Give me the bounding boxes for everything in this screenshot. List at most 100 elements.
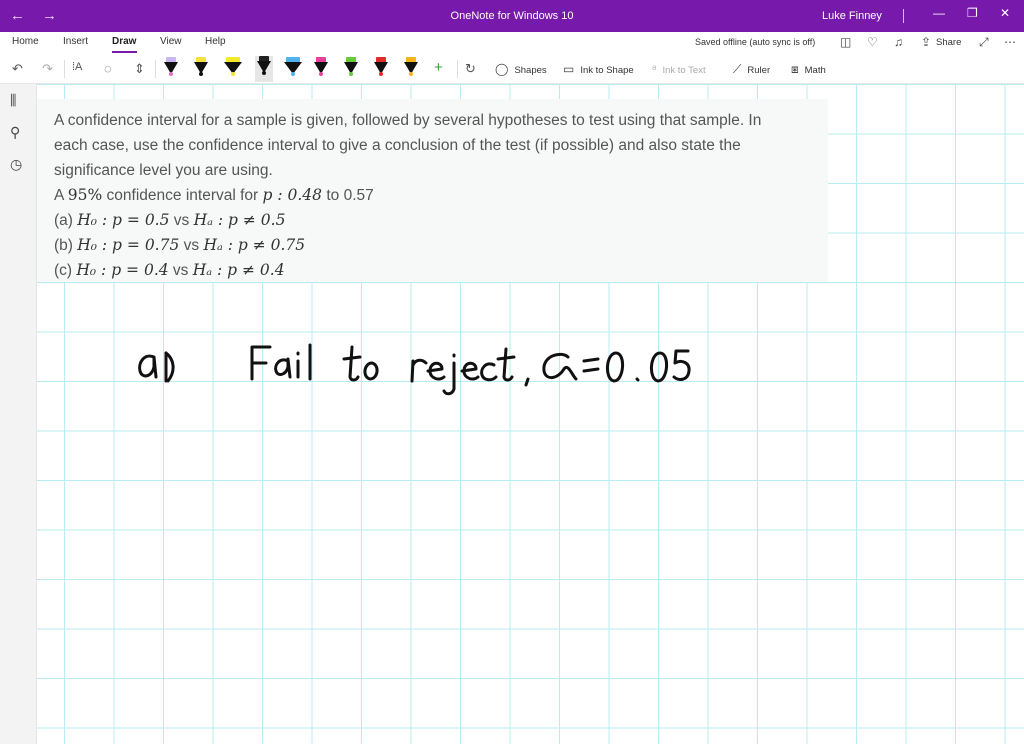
tab-insert[interactable]: Insert: [63, 36, 88, 47]
problem-text-block[interactable]: A confidence interval for a sample is gi…: [37, 99, 828, 282]
pen-tip: [231, 72, 235, 76]
add-pen-icon[interactable]: +: [434, 59, 443, 76]
share-icon[interactable]: ⇪: [921, 35, 931, 49]
draw-toolbar: ↶ ↷ ⁞A ◌ ⇕ + ↻ ◯ Shapes ▭ Ink to Shape ᵃ…: [0, 54, 1024, 84]
notebooks-icon[interactable]: ⫼: [10, 92, 16, 109]
highlighter-1[interactable]: [224, 57, 242, 79]
pen-tip: [262, 71, 266, 75]
ink-e2: [460, 361, 480, 381]
tab-view[interactable]: View: [160, 36, 182, 47]
pen-2[interactable]: [194, 57, 208, 79]
ink-five: [672, 349, 691, 381]
math-icon: ⧆: [791, 62, 799, 76]
part-a-label: (a): [54, 212, 78, 229]
toolbar-separator: [155, 60, 156, 78]
lasso-select-icon[interactable]: ◌: [104, 61, 112, 76]
tab-help[interactable]: Help: [205, 36, 226, 47]
restore-icon[interactable]: ❐: [967, 6, 978, 20]
ink-replay-icon[interactable]: ↻: [465, 61, 476, 77]
confidence-interval-line: A 95% confidence interval for p : 0.48 t…: [54, 183, 828, 208]
insert-space-icon[interactable]: ⇕: [134, 61, 145, 77]
part-a-null: H₀ : p = 0.5: [77, 211, 170, 229]
lightbulb-icon[interactable]: ♡: [867, 35, 878, 49]
ink-to-shape-icon: ▭: [563, 62, 575, 76]
problem-line-3: significance level you are using.: [54, 162, 273, 179]
highlighter-2[interactable]: [284, 57, 302, 79]
more-options-icon[interactable]: ⋯: [1004, 35, 1016, 49]
undo-icon[interactable]: ↶: [12, 61, 23, 77]
notebook-status-icon[interactable]: ◫: [840, 35, 851, 49]
pen-tip: [291, 72, 295, 76]
ink-to-text-button[interactable]: ᵃ Ink to Text: [652, 62, 706, 76]
redo-icon[interactable]: ↷: [42, 61, 53, 77]
problem-line-2: each case, use the confidence interval t…: [54, 137, 741, 154]
pen-tip: [169, 72, 173, 76]
recent-icon[interactable]: ◷: [10, 156, 22, 173]
title-bar: ← → OneNote for Windows 10 Luke Finney —…: [0, 0, 1024, 32]
active-tab-indicator: [112, 51, 137, 53]
search-icon[interactable]: ⚲: [10, 124, 20, 141]
part-a-alt: Hₐ : p ≠ 0.5: [193, 211, 286, 229]
ruler-button[interactable]: ⟋ Ruler: [733, 62, 770, 77]
ci-level: 95%: [67, 186, 103, 204]
vs-text: vs: [179, 237, 204, 254]
handwritten-answer-ink[interactable]: [130, 335, 700, 405]
ruler-label: Ruler: [747, 65, 771, 76]
pen-6[interactable]: [404, 57, 418, 79]
tab-home[interactable]: Home: [12, 36, 39, 47]
ink-a2: [274, 357, 292, 379]
pen-tip: [349, 72, 353, 76]
pen-tip: [319, 72, 323, 76]
ci-suffix: to 0.57: [322, 187, 374, 204]
ink-r: [410, 358, 428, 383]
part-c-alt: Hₐ : p ≠ 0.4: [192, 261, 285, 279]
problem-line-1: A confidence interval for a sample is gi…: [54, 112, 762, 129]
bell-icon[interactable]: ♫: [894, 35, 903, 49]
pen-tip: [199, 72, 203, 76]
math-label: Math: [804, 65, 826, 76]
ink-e: [426, 361, 446, 381]
ci-prefix: A: [54, 187, 68, 204]
ink-to-text-icon: ᵃ: [652, 62, 657, 76]
part-a: (a) H₀ : p = 0.5 vs Hₐ : p ≠ 0.5: [54, 208, 828, 233]
math-button[interactable]: ⧆ Math: [791, 62, 826, 77]
part-b-alt: Hₐ : p ≠ 0.75: [203, 236, 306, 254]
pen-5[interactable]: [374, 57, 388, 79]
tab-draw[interactable]: Draw: [112, 36, 136, 47]
type-select-icon[interactable]: ⁞A: [72, 61, 82, 73]
pen-tip: [379, 72, 383, 76]
pen-4[interactable]: [344, 57, 358, 79]
toolbar-separator: [64, 60, 65, 78]
sync-status: Saved offline (auto sync is off): [695, 37, 816, 47]
ink-F: [250, 345, 272, 381]
ink-j: [442, 353, 456, 396]
expand-icon[interactable]: ⤢: [979, 35, 989, 50]
shapes-button[interactable]: ◯ Shapes: [495, 62, 547, 76]
close-icon[interactable]: ✕: [1000, 6, 1010, 20]
ink-zero-2: [650, 351, 668, 383]
ruler-icon: ⟋: [733, 62, 742, 76]
ink-o: [363, 361, 379, 381]
pen-3[interactable]: [314, 57, 328, 79]
minimize-icon[interactable]: —: [933, 6, 945, 20]
ink-comma: [524, 377, 530, 387]
pen-1[interactable]: [164, 57, 178, 79]
ink-c: [480, 362, 498, 382]
ink-t2: [496, 347, 516, 382]
user-name[interactable]: Luke Finney: [822, 10, 882, 22]
shapes-label: Shapes: [514, 65, 547, 76]
share-button[interactable]: Share: [936, 37, 961, 48]
pen-selected[interactable]: [255, 56, 273, 82]
vs-text: vs: [168, 262, 193, 279]
ink-equals: [582, 357, 600, 373]
part-b-label: (b): [54, 237, 78, 254]
shapes-icon: ◯: [495, 62, 509, 76]
part-c-null: H₀ : p = 0.4: [76, 261, 169, 279]
ribbon-tabs: Home Insert Draw View Help Saved offline…: [0, 32, 1024, 54]
ink-to-shape-button[interactable]: ▭ Ink to Shape: [563, 62, 634, 76]
ci-variable: p : 0.48: [262, 186, 323, 204]
vs-text: vs: [169, 212, 194, 229]
part-b-null: H₀ : p = 0.75: [77, 236, 180, 254]
navigation-rail: ⫼ ⚲ ◷: [0, 84, 37, 744]
ink-to-text-label: Ink to Text: [662, 65, 706, 76]
